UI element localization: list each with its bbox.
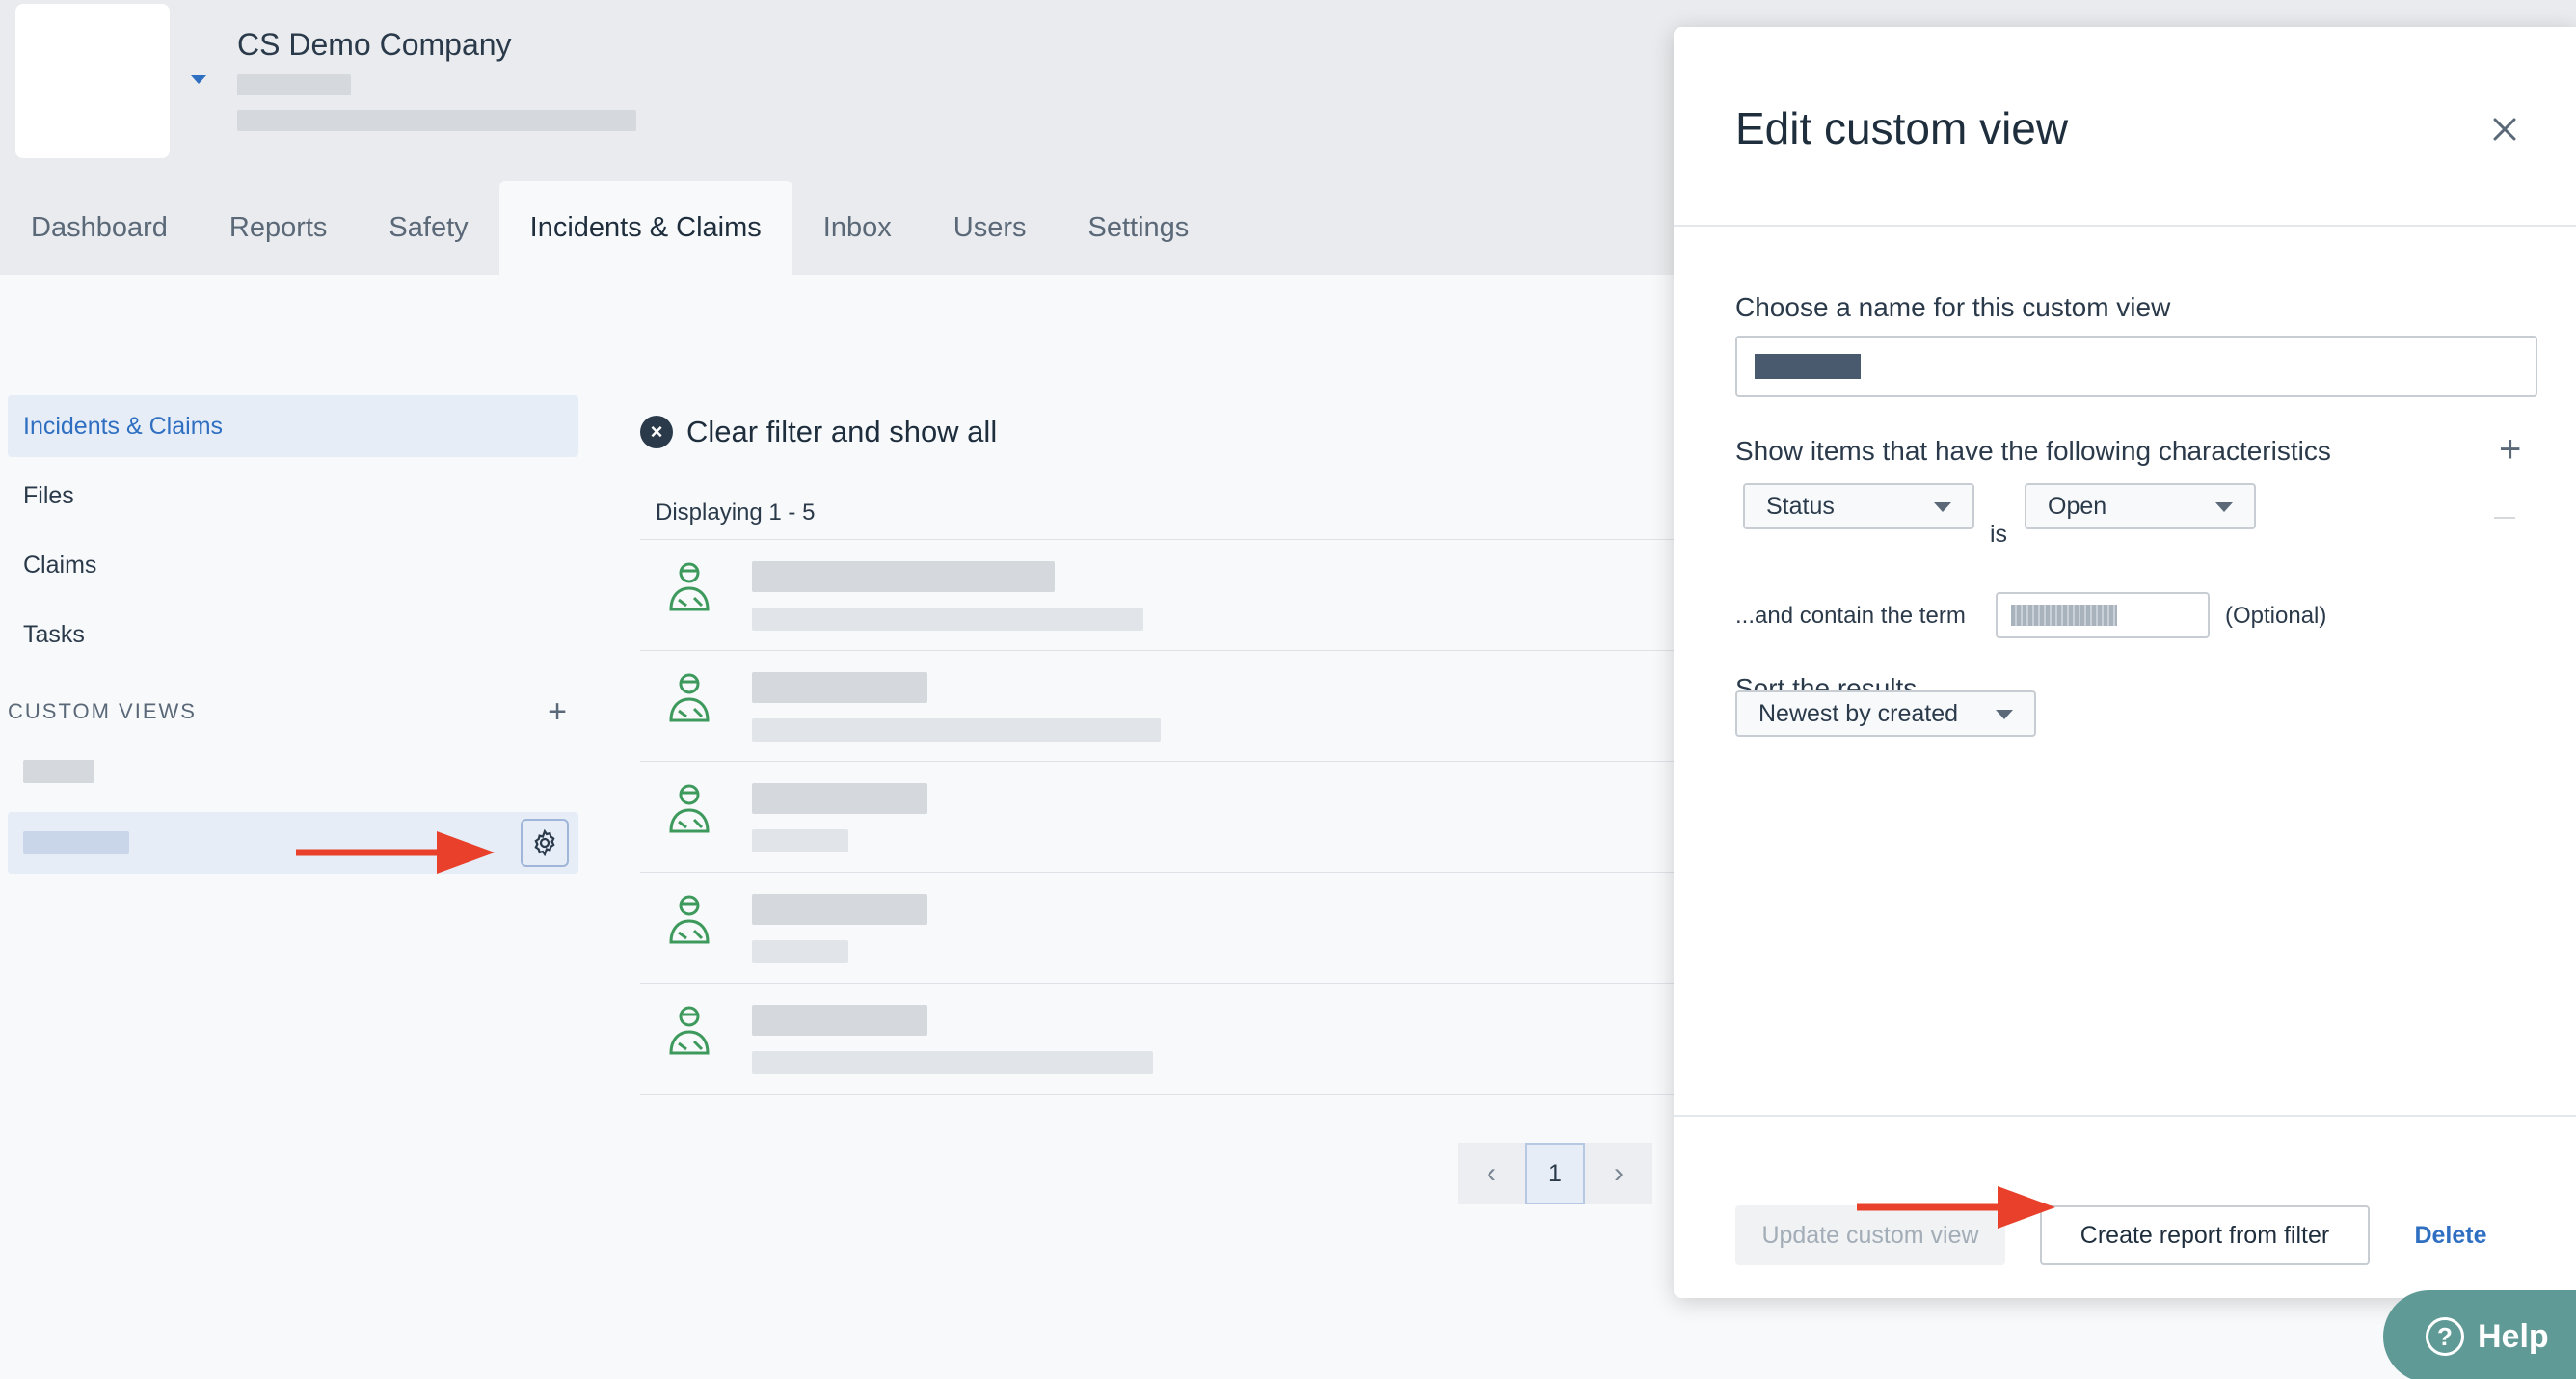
sort-select[interactable]: Newest by created (1735, 690, 2036, 737)
company-switcher-caret-icon[interactable] (191, 75, 206, 84)
redacted-term-value (2011, 605, 2117, 626)
clear-filter-label: Clear filter and show all (686, 415, 998, 448)
tab-reports[interactable]: Reports (199, 181, 359, 275)
criterion-field-select[interactable]: Status (1743, 483, 1974, 529)
criterion-field-value: Status (1766, 492, 1835, 520)
gear-icon (534, 828, 555, 857)
search-term-input[interactable] (1996, 592, 2210, 638)
tab-safety[interactable]: Safety (358, 181, 498, 275)
sort-value: Newest by created (1758, 699, 1959, 727)
list-item[interactable] (640, 651, 1677, 762)
create-report-from-filter-button[interactable]: Create report from filter (2040, 1205, 2370, 1265)
drawer-title: Edit custom view (1735, 103, 2069, 153)
drawer-footer-divider (1674, 1115, 2576, 1117)
edit-custom-view-drawer: Edit custom view Choose a name for this … (1674, 27, 2576, 1298)
criterion-value: Open (2048, 492, 2107, 520)
optional-hint: (Optional) (2225, 603, 2327, 629)
redacted-subtitle (237, 74, 351, 95)
incident-list-panel: × Clear filter and show all Displaying 1… (640, 395, 1677, 1095)
sidebar-item-files[interactable]: Files (8, 465, 578, 527)
redacted-name-value (1755, 354, 1861, 379)
help-button[interactable]: ? Help (2383, 1290, 2576, 1379)
sidebar-item-claims[interactable]: Claims (8, 534, 578, 596)
custom-view-settings-button[interactable] (521, 819, 569, 867)
injured-worker-icon (669, 1006, 710, 1055)
redacted-detail (752, 940, 848, 963)
redacted-title (752, 894, 927, 925)
criterion-operator: is (1990, 521, 2008, 548)
redacted-detail (752, 608, 1143, 631)
clear-filter-button[interactable]: × Clear filter and show all (640, 395, 1677, 469)
name-label: Choose a name for this custom view (1735, 292, 2171, 322)
prev-page-button[interactable]: ‹ (1458, 1143, 1525, 1204)
sidebar-item-incidents-claims[interactable]: Incidents & Claims (8, 395, 578, 457)
close-drawer-button[interactable] (2483, 108, 2526, 150)
question-icon: ? (2426, 1317, 2464, 1356)
close-icon (2493, 118, 2516, 141)
redacted-title (752, 1005, 927, 1036)
redacted-detail (752, 829, 848, 852)
chevron-down-icon (2215, 502, 2233, 512)
injured-worker-icon (669, 673, 710, 722)
pagination: ‹ 1 › (1458, 1143, 1652, 1204)
tab-incidents-claims[interactable]: Incidents & Claims (498, 181, 792, 275)
redacted-title (752, 561, 1055, 592)
next-page-button[interactable]: › (1585, 1143, 1652, 1204)
annotation-arrow-gear (296, 831, 495, 874)
page-1-button[interactable]: 1 (1525, 1143, 1585, 1204)
custom-view-name-input[interactable] (1735, 336, 2537, 397)
tab-inbox[interactable]: Inbox (792, 181, 923, 275)
injured-worker-icon (669, 562, 710, 611)
redacted-custom-view-name (23, 760, 94, 783)
list-item[interactable] (640, 540, 1677, 651)
redacted-detail (752, 718, 1161, 742)
annotation-arrow-create-report (1857, 1186, 2055, 1229)
injured-worker-icon (669, 895, 710, 944)
result-count: Displaying 1 - 5 (640, 486, 1677, 540)
delete-button[interactable]: Delete (2393, 1205, 2509, 1265)
redacted-address (237, 110, 636, 131)
characteristics-label: Show items that have the following chara… (1735, 436, 2331, 466)
main-nav-tabs: Dashboard Reports Safety Incidents & Cla… (0, 181, 1220, 275)
company-logo[interactable] (15, 4, 170, 158)
list-item[interactable] (640, 762, 1677, 873)
sidebar-item-tasks[interactable]: Tasks (8, 604, 578, 665)
list-item[interactable] (640, 984, 1677, 1095)
redacted-custom-view-name (23, 831, 129, 854)
add-criterion-icon[interactable]: + (2499, 430, 2521, 469)
term-label: ...and contain the term (1735, 603, 1966, 629)
custom-view-item[interactable] (8, 741, 578, 802)
list-item[interactable] (640, 873, 1677, 984)
redacted-title (752, 672, 927, 703)
tab-dashboard[interactable]: Dashboard (0, 181, 199, 275)
help-label: Help (2478, 1317, 2549, 1355)
chevron-down-icon (1996, 710, 2013, 719)
close-circle-icon: × (640, 416, 673, 448)
drawer-header-divider (1674, 225, 2576, 227)
remove-criterion-icon[interactable] (2494, 517, 2515, 519)
injured-worker-icon (669, 784, 710, 833)
custom-views-label: CUSTOM VIEWS (8, 699, 197, 723)
tab-settings[interactable]: Settings (1057, 181, 1220, 275)
add-custom-view-icon[interactable]: + (548, 695, 567, 728)
redacted-title (752, 783, 927, 814)
tab-users[interactable]: Users (923, 181, 1058, 275)
sidebar: Incidents & Claims Files Claims Tasks CU… (8, 395, 578, 874)
chevron-down-icon (1934, 502, 1951, 512)
criterion-value-select[interactable]: Open (2025, 483, 2256, 529)
company-name: CS Demo Company (237, 27, 512, 62)
custom-views-header: CUSTOM VIEWS + (8, 692, 578, 731)
redacted-detail (752, 1051, 1153, 1074)
